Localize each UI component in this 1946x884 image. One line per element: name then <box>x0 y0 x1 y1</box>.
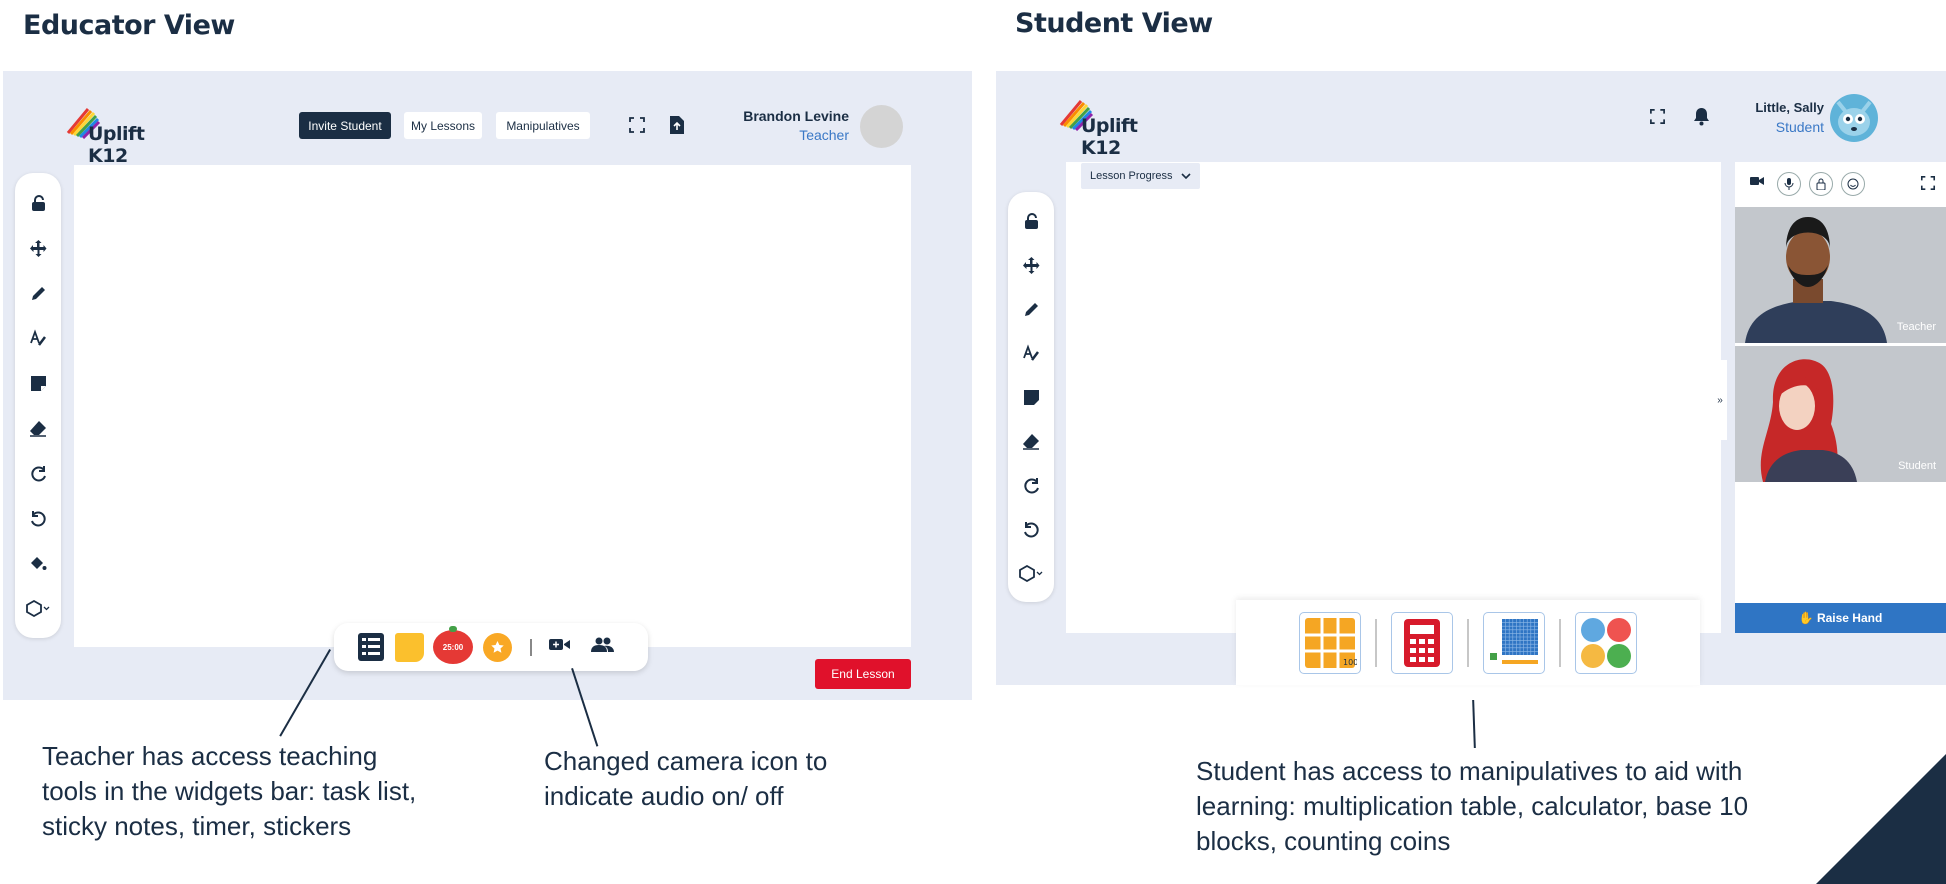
drawing-toolbar <box>15 173 61 638</box>
counting-coins-icon[interactable] <box>1575 611 1637 674</box>
multiplication-table-icon[interactable]: 100 <box>1299 611 1361 674</box>
lesson-progress-dropdown[interactable]: Lesson Progress <box>1081 163 1200 189</box>
logo-text: Uplift K12 <box>88 123 145 167</box>
manipulatives-divider <box>1375 618 1377 667</box>
student-video-label: Student <box>1898 460 1936 472</box>
eraser-icon[interactable] <box>1014 424 1048 458</box>
undo-icon[interactable] <box>21 501 55 535</box>
eraser-icon[interactable] <box>21 411 55 445</box>
undo-icon[interactable] <box>1014 512 1048 546</box>
annotation-camera: Changed camera icon to indicate audio on… <box>544 746 828 811</box>
fullscreen-icon[interactable] <box>1920 175 1936 196</box>
annotation-line <box>1472 699 1476 749</box>
end-lesson-button[interactable]: End Lesson <box>815 659 911 689</box>
fullscreen-icon[interactable] <box>1649 108 1666 130</box>
manipulatives-bar: 100 <box>1236 600 1700 685</box>
microphone-icon[interactable] <box>1777 171 1801 196</box>
video-controls <box>1735 162 1946 205</box>
highlighter-icon[interactable] <box>21 321 55 355</box>
widgets-divider <box>530 638 532 656</box>
move-icon[interactable] <box>21 231 55 265</box>
teacher-video: Teacher <box>1735 207 1946 343</box>
student-user-role: Student <box>1775 119 1824 135</box>
corner-triangle-decoration <box>1816 754 1946 884</box>
raise-hand-button[interactable]: ✋ Raise Hand <box>1735 603 1946 633</box>
chevron-down-icon <box>1180 173 1191 179</box>
lesson-progress-label: Lesson Progress <box>1090 170 1173 182</box>
upload-file-icon[interactable] <box>669 115 685 140</box>
camera-icon[interactable] <box>549 637 571 657</box>
educator-user-role: Teacher <box>799 127 849 143</box>
educator-user-name: Brandon Levine <box>743 108 849 124</box>
annotation-student-manipulatives: Student has access to manipulatives to a… <box>1196 756 1749 856</box>
logo-text: Uplift K12 <box>1081 115 1138 159</box>
fill-icon[interactable] <box>21 546 55 580</box>
student-video: Student <box>1735 346 1946 482</box>
invite-student-button[interactable]: Invite Student <box>299 112 391 139</box>
video-panel: Teacher Student ✋ Raise Hand <box>1735 162 1946 633</box>
student-user-name: Little, Sally <box>1755 100 1824 115</box>
calculator-icon[interactable] <box>1391 611 1453 674</box>
manipulatives-divider <box>1559 618 1561 667</box>
unlock-icon[interactable] <box>21 186 55 220</box>
move-icon[interactable] <box>1014 248 1048 282</box>
manipulatives-button[interactable]: Manipulatives <box>496 112 590 139</box>
sticky-note-icon[interactable] <box>21 366 55 400</box>
camera-icon[interactable] <box>1747 171 1767 196</box>
my-lessons-button[interactable]: My Lessons <box>404 112 482 139</box>
highlighter-icon[interactable] <box>1014 336 1048 370</box>
pencil-icon[interactable] <box>1014 292 1048 326</box>
student-logo: Uplift K12 <box>1059 95 1179 159</box>
student-view-heading: Student View <box>1015 8 1213 39</box>
timer-icon[interactable]: 25:00 <box>433 626 473 664</box>
timer-label: 25:00 <box>442 642 464 652</box>
redo-icon[interactable] <box>21 456 55 490</box>
collapse-panel-handle[interactable]: » <box>1713 360 1727 440</box>
sticker-icon[interactable] <box>483 632 512 662</box>
annotation-teacher-tools: Teacher has access teaching tools in the… <box>42 741 417 841</box>
educator-logo: Uplift K12 <box>66 103 186 167</box>
shapes-icon[interactable] <box>21 591 55 625</box>
task-list-icon[interactable] <box>358 633 384 661</box>
drawing-toolbar <box>1008 192 1054 602</box>
whiteboard-canvas[interactable] <box>1066 162 1721 633</box>
fullscreen-icon[interactable] <box>628 116 646 139</box>
emoji-icon[interactable] <box>1841 171 1865 196</box>
sticky-notes-icon[interactable] <box>395 632 424 662</box>
manipulatives-divider <box>1467 618 1469 667</box>
redo-icon[interactable] <box>1014 468 1048 502</box>
whiteboard-canvas[interactable] <box>74 165 911 647</box>
bell-icon[interactable] <box>1693 107 1710 131</box>
widgets-bar: 25:00 <box>334 623 648 671</box>
lock-icon[interactable] <box>1809 171 1833 196</box>
svg-text:100: 100 <box>1343 658 1357 667</box>
pencil-icon[interactable] <box>21 276 55 310</box>
unlock-icon[interactable] <box>1014 204 1048 238</box>
avatar[interactable] <box>860 105 903 148</box>
shapes-icon[interactable] <box>1014 556 1048 590</box>
base-10-blocks-icon[interactable] <box>1483 611 1545 674</box>
teacher-video-label: Teacher <box>1896 321 1936 333</box>
sticky-note-icon[interactable] <box>1014 380 1048 414</box>
avatar[interactable] <box>1830 94 1878 142</box>
participants-icon[interactable] <box>591 637 614 658</box>
educator-view-heading: Educator View <box>23 10 235 41</box>
